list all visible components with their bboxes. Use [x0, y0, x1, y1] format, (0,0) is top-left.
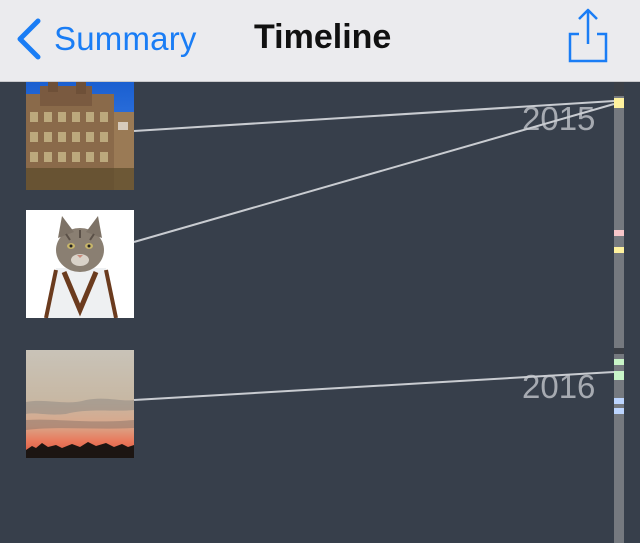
chevron-left-icon: [17, 18, 41, 60]
scrubber-marker-photo: [614, 230, 624, 236]
scrubber-marker-photo: [614, 408, 624, 414]
scrubber-year-marker-2015: [614, 82, 624, 96]
sunset-photo: [26, 350, 134, 458]
year-label-2016: 2016: [522, 368, 596, 405]
page-title: Timeline: [254, 18, 392, 56]
scrubber-marker-photo: [614, 98, 624, 108]
photo-thumbnail-sunset[interactable]: [26, 350, 134, 458]
back-button[interactable]: Summary: [14, 14, 197, 64]
scrubber-marker-photo: [614, 398, 624, 404]
timeline-screen: Summary Timeline 2015 2016: [0, 0, 640, 543]
photo-thumbnail-cat[interactable]: [26, 210, 134, 318]
photo-thumbnail-building[interactable]: [26, 82, 134, 190]
navigation-bar: Summary Timeline: [0, 0, 640, 82]
share-icon: [568, 8, 608, 63]
scrubber-marker-photo: [614, 371, 624, 380]
share-button[interactable]: [565, 6, 611, 66]
scrubber-marker-photo: [614, 247, 624, 253]
cat-photo: [26, 210, 134, 318]
back-label: Summary: [54, 20, 197, 57]
timeline-scrubber[interactable]: [614, 82, 624, 543]
scrubber-marker-photo: [614, 359, 624, 365]
timeline-content[interactable]: 2015 2016: [0, 82, 640, 543]
year-label-2015: 2015: [522, 100, 596, 137]
building-photo: [26, 82, 134, 190]
scrubber-year-marker-2016: [614, 348, 624, 354]
